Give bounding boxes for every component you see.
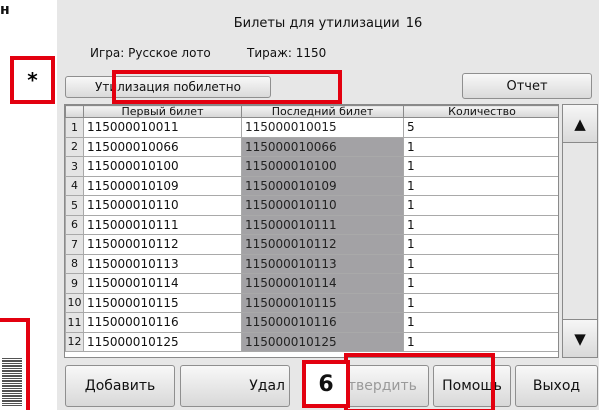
draw-label: Тираж: 1150 bbox=[247, 46, 327, 60]
row-number-cell[interactable]: 1 bbox=[65, 117, 84, 138]
table-row[interactable]: 4 115000010109 115000010109 1 bbox=[65, 175, 558, 196]
ticket-count: 16 bbox=[405, 16, 423, 31]
table-row[interactable]: 10 115000010115 115000010115 1 bbox=[65, 292, 558, 313]
quantity-cell[interactable]: 1 bbox=[403, 156, 558, 177]
last-ticket-cell[interactable]: 115000010109 bbox=[241, 175, 404, 196]
column-header-first[interactable]: Первый билет bbox=[83, 105, 242, 118]
row-number-cell[interactable]: 10 bbox=[65, 292, 84, 313]
game-label: Игра: Русское лото bbox=[90, 46, 211, 60]
quantity-cell[interactable]: 1 bbox=[403, 253, 558, 274]
quantity-cell[interactable]: 1 bbox=[403, 292, 558, 313]
util-highlight-box bbox=[112, 70, 342, 104]
last-ticket-cell[interactable]: 115000010113 bbox=[241, 253, 404, 274]
table-row[interactable]: 5 115000010110 115000010110 1 bbox=[65, 195, 558, 216]
quantity-cell[interactable]: 1 bbox=[403, 214, 558, 235]
last-ticket-cell[interactable]: 115000010111 bbox=[241, 214, 404, 235]
utilization-window: Билеты для утилизации 16 Игра: Русское ло… bbox=[57, 0, 599, 410]
table-scrollbar[interactable]: ▲ ▼ bbox=[562, 104, 598, 358]
window-title: Билеты для утилизации 16 bbox=[57, 16, 599, 31]
table-row[interactable]: 6 115000010111 115000010111 1 bbox=[65, 214, 558, 235]
last-ticket-cell[interactable]: 115000010015 bbox=[241, 117, 404, 138]
last-ticket-cell[interactable]: 115000010115 bbox=[241, 292, 404, 313]
quantity-cell[interactable]: 1 bbox=[403, 195, 558, 216]
first-ticket-cell[interactable]: 115000010011 bbox=[83, 117, 242, 138]
table-row[interactable]: 12 115000010125 115000010125 1 bbox=[65, 331, 558, 352]
tickets-table: Первый билет Последний билет Количество … bbox=[64, 104, 559, 358]
scroll-up-button[interactable]: ▲ bbox=[563, 105, 597, 143]
first-ticket-cell[interactable]: 115000010112 bbox=[83, 234, 242, 255]
last-ticket-cell[interactable]: 115000010116 bbox=[241, 312, 404, 333]
first-ticket-cell[interactable]: 115000010116 bbox=[83, 312, 242, 333]
annotation-star: * bbox=[10, 56, 55, 104]
row-number-cell[interactable]: 4 bbox=[65, 175, 84, 196]
first-ticket-cell[interactable]: 115000010113 bbox=[83, 253, 242, 274]
annotation-number-6: 6 bbox=[302, 360, 350, 408]
row-number-cell[interactable]: 11 bbox=[65, 312, 84, 333]
row-number-cell[interactable]: 7 bbox=[65, 234, 84, 255]
page-corner-char: н bbox=[0, 2, 10, 18]
first-ticket-cell[interactable]: 115000010100 bbox=[83, 156, 242, 177]
table-row[interactable]: 11 115000010116 115000010116 1 bbox=[65, 312, 558, 333]
quantity-cell[interactable]: 1 bbox=[403, 234, 558, 255]
row-number-cell[interactable]: 6 bbox=[65, 214, 84, 235]
row-number-cell[interactable]: 12 bbox=[65, 331, 84, 352]
row-number-header bbox=[65, 105, 84, 118]
last-ticket-cell[interactable]: 115000010125 bbox=[241, 331, 404, 352]
quantity-cell[interactable]: 5 bbox=[403, 117, 558, 138]
quantity-cell[interactable]: 1 bbox=[403, 175, 558, 196]
quantity-cell[interactable]: 1 bbox=[403, 273, 558, 294]
barcode-image bbox=[2, 358, 22, 406]
first-ticket-cell[interactable]: 115000010110 bbox=[83, 195, 242, 216]
first-ticket-cell[interactable]: 115000010115 bbox=[83, 292, 242, 313]
table-row[interactable]: 7 115000010112 115000010112 1 bbox=[65, 234, 558, 255]
report-button[interactable]: Отчет bbox=[462, 73, 592, 99]
table-row[interactable]: 3 115000010100 115000010100 1 bbox=[65, 156, 558, 177]
quantity-cell[interactable]: 1 bbox=[403, 136, 558, 157]
last-ticket-cell[interactable]: 115000010110 bbox=[241, 195, 404, 216]
row-number-cell[interactable]: 2 bbox=[65, 136, 84, 157]
first-ticket-cell[interactable]: 115000010114 bbox=[83, 273, 242, 294]
row-number-cell[interactable]: 8 bbox=[65, 253, 84, 274]
last-ticket-cell[interactable]: 115000010100 bbox=[241, 156, 404, 177]
scroll-down-button[interactable]: ▼ bbox=[563, 319, 597, 357]
table-row[interactable]: 1 115000010011 115000010015 5 bbox=[65, 117, 558, 138]
quantity-cell[interactable]: 1 bbox=[403, 312, 558, 333]
quantity-cell[interactable]: 1 bbox=[403, 331, 558, 352]
row-number-cell[interactable]: 9 bbox=[65, 273, 84, 294]
arrow-down-icon: ▼ bbox=[574, 329, 586, 348]
first-ticket-cell[interactable]: 115000010111 bbox=[83, 214, 242, 235]
first-ticket-cell[interactable]: 115000010109 bbox=[83, 175, 242, 196]
table-row[interactable]: 8 115000010113 115000010113 1 bbox=[65, 253, 558, 274]
first-ticket-cell[interactable]: 115000010125 bbox=[83, 331, 242, 352]
delete-button[interactable]: Удал bbox=[180, 365, 290, 407]
last-ticket-cell[interactable]: 115000010066 bbox=[241, 136, 404, 157]
last-ticket-cell[interactable]: 115000010112 bbox=[241, 234, 404, 255]
confirm-highlight-box bbox=[344, 353, 495, 410]
last-ticket-cell[interactable]: 115000010114 bbox=[241, 273, 404, 294]
column-header-quantity[interactable]: Количество bbox=[403, 105, 558, 118]
exit-button[interactable]: Выход bbox=[515, 365, 598, 407]
row-number-cell[interactable]: 3 bbox=[65, 156, 84, 177]
table-row[interactable]: 2 115000010066 115000010066 1 bbox=[65, 136, 558, 157]
first-ticket-cell[interactable]: 115000010066 bbox=[83, 136, 242, 157]
column-header-last[interactable]: Последний билет bbox=[241, 105, 404, 118]
row-number-cell[interactable]: 5 bbox=[65, 195, 84, 216]
window-title-text: Билеты для утилизации bbox=[233, 16, 400, 31]
arrow-up-icon: ▲ bbox=[574, 114, 586, 133]
table-row[interactable]: 9 115000010114 115000010114 1 bbox=[65, 273, 558, 294]
add-button[interactable]: Добавить bbox=[65, 365, 175, 407]
